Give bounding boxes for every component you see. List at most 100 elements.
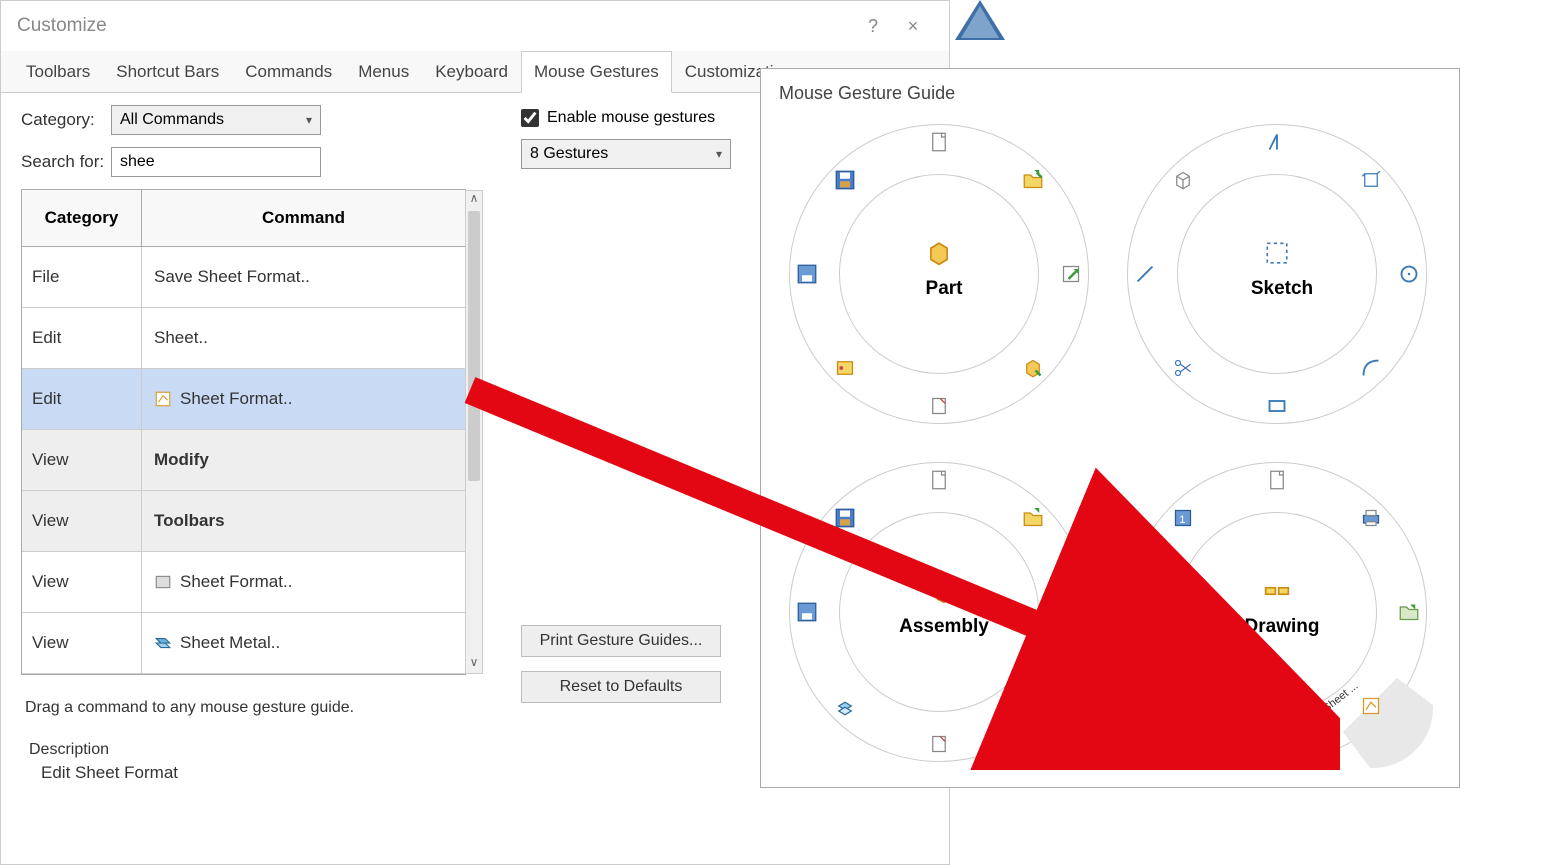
line-perpendicular-icon[interactable] [1263,128,1291,156]
ring-inner [839,512,1039,712]
sheet-format-drop-icon[interactable] [1357,692,1385,720]
description-text: Edit Sheet Format [21,763,481,783]
new-file-icon[interactable] [1263,466,1291,494]
cube-icon[interactable] [1169,166,1197,194]
new-file-icon[interactable] [925,466,953,494]
chevron-down-icon: ▾ [306,113,312,127]
scroll-down-icon[interactable]: ∨ [466,655,482,673]
enable-gestures-checkbox[interactable] [521,109,539,127]
table-row[interactable]: Edit Sheet.. [22,308,465,369]
header-category[interactable]: Category [22,190,142,246]
table-row[interactable]: View Sheet Metal.. [22,613,465,674]
commands-table: Category Command File Save Sheet Format.… [21,189,466,675]
mate-icon[interactable] [1019,692,1047,720]
wheel-sketch[interactable]: Sketch [1117,114,1447,444]
tab-mouse-gestures[interactable]: Mouse Gestures [521,51,672,93]
wheel-part[interactable]: Part [779,114,1109,444]
export-icon[interactable] [1057,260,1085,288]
new-file-icon[interactable] [925,128,953,156]
cell-command: Save Sheet Format.. [142,247,465,307]
tab-menus[interactable]: Menus [345,51,422,92]
sketch-center-icon [1264,240,1290,266]
cell-command: Sheet Format.. [142,369,465,429]
sheet-metal-icon [154,634,172,652]
search-row: Search for: [21,147,481,177]
guide-title: Mouse Gesture Guide [779,83,1441,104]
sheet-icon[interactable] [925,730,953,758]
wheel-assembly[interactable]: Assembly [779,452,1109,782]
part-box-icon[interactable] [1019,354,1047,382]
export-icon[interactable] [1395,598,1423,626]
wheel-drawing[interactable]: Drawing 1 Save Sheet ... [1117,452,1447,782]
scroll-thumb[interactable] [468,211,480,481]
print-guides-button[interactable]: Print Gesture Guides... [521,625,721,657]
category-label: Category: [21,110,111,130]
features-icon[interactable] [831,354,859,382]
help-button[interactable]: ? [853,16,893,37]
open-icon[interactable] [1019,166,1047,194]
dialog-title: Customize [17,15,853,37]
chevron-down-icon: ▾ [716,147,722,161]
category-row: Category: All Commands ▾ [21,105,481,135]
action-buttons: Print Gesture Guides... Reset to Default… [521,625,761,703]
dimension-icon[interactable]: 1 [1169,504,1197,532]
tab-commands[interactable]: Commands [232,51,345,92]
search-label: Search for: [21,152,111,172]
rectangle-icon[interactable] [1263,392,1291,420]
category-dropdown[interactable]: All Commands ▾ [111,105,321,135]
table-header: Category Command [22,190,465,247]
explode-icon[interactable] [831,692,859,720]
cell-command: Toolbars [142,491,465,551]
description-label: Description [21,741,481,759]
enable-gestures-row[interactable]: Enable mouse gestures [521,109,761,127]
assembly-center-icon [926,578,952,604]
header-command[interactable]: Command [142,190,465,246]
table-scrollbar[interactable]: ∧ ∨ [465,190,483,674]
cell-category: View [22,613,142,673]
cell-category: File [22,247,142,307]
table-row-group[interactable]: View Modify [22,430,465,491]
gesture-guide-panel: Mouse Gesture Guide Part Sketch [760,68,1460,788]
sheet-icon[interactable] [1263,730,1291,758]
save-disk-icon[interactable] [793,598,821,626]
line-icon[interactable] [1131,260,1159,288]
category-value: All Commands [120,111,224,129]
save-icon[interactable] [831,166,859,194]
sheet-format-icon [154,390,172,408]
table-row[interactable]: View Sheet Format.. [22,552,465,613]
enable-gestures-label: Enable mouse gestures [547,109,715,127]
reset-defaults-button[interactable]: Reset to Defaults [521,671,721,703]
tab-toolbars[interactable]: Toolbars [13,51,103,92]
plane-icon[interactable] [1357,166,1385,194]
cell-command: Sheet Metal.. [142,613,465,673]
tab-keyboard[interactable]: Keyboard [422,51,521,92]
save-disk-icon[interactable] [1131,598,1159,626]
tab-shortcut-bars[interactable]: Shortcut Bars [103,51,232,92]
cell-category: Edit [22,308,142,368]
save-disk-icon[interactable] [793,260,821,288]
svg-text:1: 1 [1179,514,1185,526]
table-row-selected[interactable]: Edit Sheet Format.. [22,369,465,430]
right-column: Enable mouse gestures 8 Gestures ▾ Print… [521,105,761,783]
cell-command: Modify [142,430,465,490]
cell-category: View [22,552,142,612]
close-button[interactable]: × [893,16,933,37]
ring-inner [1177,512,1377,712]
open-icon[interactable] [1019,504,1047,532]
circle-icon[interactable] [1395,260,1423,288]
scroll-up-icon[interactable]: ∧ [466,191,482,209]
arc-icon[interactable] [1357,354,1385,382]
search-input[interactable] [111,147,321,177]
gesture-count-dropdown[interactable]: 8 Gestures ▾ [521,139,731,169]
gesture-count-value: 8 Gestures [530,145,608,163]
cell-category: Edit [22,369,142,429]
save-icon[interactable] [831,504,859,532]
table-row[interactable]: File Save Sheet Format.. [22,247,465,308]
cell-command: Sheet Format.. [142,552,465,612]
print-icon[interactable] [1357,504,1385,532]
table-row-group[interactable]: View Toolbars [22,491,465,552]
wheel-label: Assembly [779,616,1109,638]
trim-scissors-icon[interactable] [1169,354,1197,382]
drag-hint: Drag a command to any mouse gesture guid… [21,699,481,717]
sheet-icon[interactable] [925,392,953,420]
